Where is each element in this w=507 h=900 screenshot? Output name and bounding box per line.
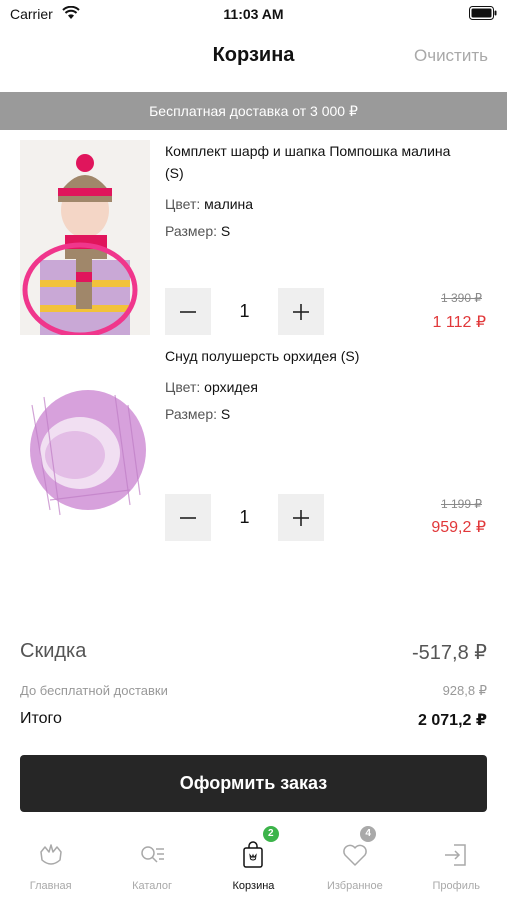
tab-favorites[interactable]: 4 Избранное [304, 826, 405, 900]
old-price: 1 390 ₽ [441, 291, 482, 305]
increase-quantity-button[interactable] [278, 494, 324, 541]
discount-label: Скидка [20, 640, 87, 662]
old-price: 1 199 ₽ [441, 497, 482, 511]
checkout-button[interactable]: Оформить заказ [20, 755, 487, 812]
color-value: малина [204, 196, 254, 212]
product-color: Цвет: малина [165, 196, 253, 212]
total-label: Итого [20, 710, 62, 727]
heart-icon [343, 844, 367, 866]
home-icon [39, 844, 62, 865]
discount-value: -517,8 ₽ [412, 642, 487, 664]
product-size: Размер: S [165, 406, 230, 422]
quantity-stepper: 1 [165, 494, 324, 541]
minus-icon [180, 310, 196, 313]
tab-home[interactable]: Главная [0, 830, 101, 900]
clear-cart-button[interactable]: Очистить [414, 46, 488, 66]
increase-quantity-button[interactable] [278, 288, 324, 335]
free-delivery-label: До бесплатной доставки [20, 683, 168, 698]
size-value: S [220, 406, 231, 422]
product-image-snood[interactable] [20, 375, 150, 525]
tab-catalog[interactable]: Каталог [101, 830, 202, 900]
tab-bar: Главная Каталог 2 Корзина 4 Избранное Пр… [0, 826, 507, 900]
favorites-count-badge: 4 [360, 826, 377, 842]
product-color: Цвет: орхидея [165, 379, 258, 395]
battery-icon [469, 6, 497, 20]
size-value: S [220, 223, 231, 239]
color-label: Цвет: [165, 379, 201, 395]
free-delivery-banner: Бесплатная доставка от 3 000 ₽ [0, 92, 507, 130]
free-delivery-row: До бесплатной доставки 928,8 ₽ [20, 683, 487, 699]
free-delivery-value: 928,8 ₽ [442, 683, 487, 698]
tab-profile[interactable]: Профиль [406, 830, 507, 900]
tab-label: Избранное [326, 880, 383, 892]
product-size: Размер: S [165, 223, 230, 239]
discount-row: Скидка -517,8 ₽ [20, 640, 487, 665]
total-row: Итого 2 071,2 ₽ [20, 710, 487, 730]
status-bar: Carrier 11:03 AM [0, 0, 507, 30]
catalog-icon [141, 846, 165, 863]
quantity-value[interactable]: 1 [211, 288, 278, 335]
size-label: Размер: [165, 223, 218, 239]
size-label: Размер: [165, 406, 218, 422]
tab-label: Главная [29, 880, 72, 892]
color-value: орхидея [204, 379, 258, 395]
minus-icon [180, 516, 196, 519]
tab-label: Корзина [232, 880, 275, 892]
navigation-bar: Корзина Очистить [0, 30, 507, 90]
quantity-value[interactable]: 1 [211, 494, 278, 541]
cart-count-badge: 2 [262, 826, 279, 842]
status-time: 11:03 AM [223, 6, 284, 22]
cart-icon [243, 841, 264, 868]
color-label: Цвет: [165, 196, 201, 212]
product-name[interactable]: Снуд полушерсть орхидея (S) [165, 345, 455, 367]
tab-label: Каталог [132, 880, 173, 892]
total-value: 2 071,2 ₽ [418, 712, 487, 729]
decrease-quantity-button[interactable] [165, 288, 211, 335]
login-icon [445, 844, 466, 866]
tab-label: Профиль [432, 880, 481, 892]
product-name[interactable]: Комплект шарф и шапка Помпошка малина (S… [165, 140, 455, 184]
plus-icon [293, 509, 309, 526]
cart-item: Комплект шарф и шапка Помпошка малина (S… [0, 140, 507, 340]
new-price: 959,2 ₽ [431, 519, 486, 536]
tab-cart[interactable]: 2 Корзина [203, 826, 304, 900]
product-image-hat-scarf[interactable] [20, 140, 150, 335]
new-price: 1 112 ₽ [432, 314, 486, 331]
cart-item: Снуд полушерсть орхидея (S) Цвет: орхиде… [0, 345, 507, 545]
plus-icon [293, 303, 309, 320]
quantity-stepper: 1 [165, 288, 324, 335]
decrease-quantity-button[interactable] [165, 494, 211, 541]
